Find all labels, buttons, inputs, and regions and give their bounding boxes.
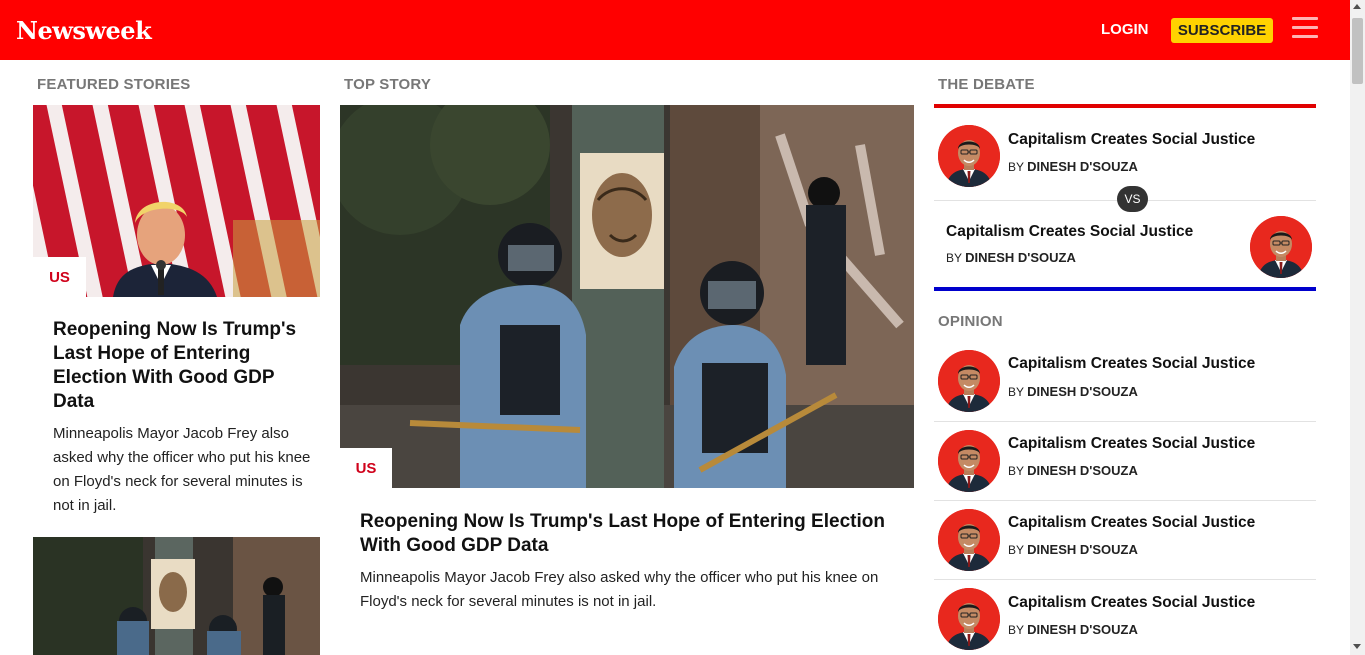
- login-link[interactable]: LOGIN: [1101, 21, 1149, 38]
- author-name[interactable]: DINESH D'SOUZA: [965, 250, 1076, 265]
- author-name[interactable]: DINESH D'SOUZA: [1027, 542, 1138, 557]
- author-avatar[interactable]: [938, 350, 1000, 412]
- category-tag[interactable]: US: [33, 257, 86, 297]
- opinion-item[interactable]: Capitalism Creates Social Justice BY DIN…: [934, 580, 1316, 655]
- debate-byline: BY DINESH D'SOUZA: [1008, 159, 1138, 174]
- author-avatar[interactable]: [938, 509, 1000, 571]
- opinion-byline: BY DINESH D'SOUZA: [1008, 384, 1138, 399]
- site-header: Newsweek LOGIN SUBSCRIBE: [0, 0, 1350, 60]
- debate-title[interactable]: Capitalism Creates Social Justice: [946, 223, 1193, 241]
- hamburger-menu-icon[interactable]: [1292, 17, 1318, 39]
- page-scrollbar[interactable]: [1350, 0, 1365, 655]
- scroll-up-arrow-icon[interactable]: [1353, 4, 1361, 9]
- featured-story-dek: Minneapolis Mayor Jacob Frey also asked …: [53, 425, 311, 514]
- scroll-thumb[interactable]: [1352, 18, 1363, 84]
- opinion-item[interactable]: Capitalism Creates Social Justice BY DIN…: [934, 342, 1316, 421]
- top-story-label: TOP STORY: [344, 76, 432, 93]
- opinion-byline: BY DINESH D'SOUZA: [1008, 463, 1138, 478]
- author-name[interactable]: DINESH D'SOUZA: [1027, 622, 1138, 637]
- protest-police-photo: [340, 105, 914, 488]
- debate-bottom-rule: [934, 287, 1316, 291]
- category-tag[interactable]: US: [340, 448, 392, 488]
- protest-photo-small: [33, 537, 320, 655]
- featured-story-image[interactable]: US: [33, 105, 320, 297]
- author-name[interactable]: DINESH D'SOUZA: [1027, 463, 1138, 478]
- opinion-item[interactable]: Capitalism Creates Social Justice BY DIN…: [934, 501, 1316, 579]
- debate-byline: BY DINESH D'SOUZA: [946, 250, 1076, 265]
- featured-stories-label: FEATURED STORIES: [37, 76, 191, 93]
- opinion-label: OPINION: [938, 313, 1003, 330]
- featured-story-headline[interactable]: Reopening Now Is Trump's Last Hope of En…: [53, 318, 313, 414]
- top-story-image[interactable]: US: [340, 105, 914, 488]
- author-avatar[interactable]: [1250, 216, 1312, 278]
- featured-story-image-2[interactable]: [33, 537, 320, 655]
- subscribe-button[interactable]: SUBSCRIBE: [1171, 18, 1273, 43]
- opinion-title[interactable]: Capitalism Creates Social Justice: [1008, 594, 1255, 612]
- author-avatar[interactable]: [938, 430, 1000, 492]
- author-name[interactable]: DINESH D'SOUZA: [1027, 384, 1138, 399]
- scroll-down-arrow-icon[interactable]: [1353, 644, 1361, 649]
- newsweek-logo[interactable]: Newsweek: [16, 16, 152, 45]
- opinion-item[interactable]: Capitalism Creates Social Justice BY DIN…: [934, 422, 1316, 500]
- opinion-title[interactable]: Capitalism Creates Social Justice: [1008, 435, 1255, 453]
- opinion-title[interactable]: Capitalism Creates Social Justice: [1008, 514, 1255, 532]
- debate-entry-against[interactable]: Capitalism Creates Social Justice BY DIN…: [934, 201, 1316, 287]
- top-story-headline[interactable]: Reopening Now Is Trump's Last Hope of En…: [360, 510, 900, 558]
- the-debate-label: THE DEBATE: [938, 76, 1035, 93]
- top-story-dek: Minneapolis Mayor Jacob Frey also asked …: [360, 569, 879, 610]
- opinion-byline: BY DINESH D'SOUZA: [1008, 622, 1138, 637]
- opinion-title[interactable]: Capitalism Creates Social Justice: [1008, 355, 1255, 373]
- author-avatar[interactable]: [938, 588, 1000, 650]
- opinion-byline: BY DINESH D'SOUZA: [1008, 542, 1138, 557]
- author-avatar[interactable]: [938, 125, 1000, 187]
- debate-title[interactable]: Capitalism Creates Social Justice: [1008, 131, 1255, 149]
- author-name[interactable]: DINESH D'SOUZA: [1027, 159, 1138, 174]
